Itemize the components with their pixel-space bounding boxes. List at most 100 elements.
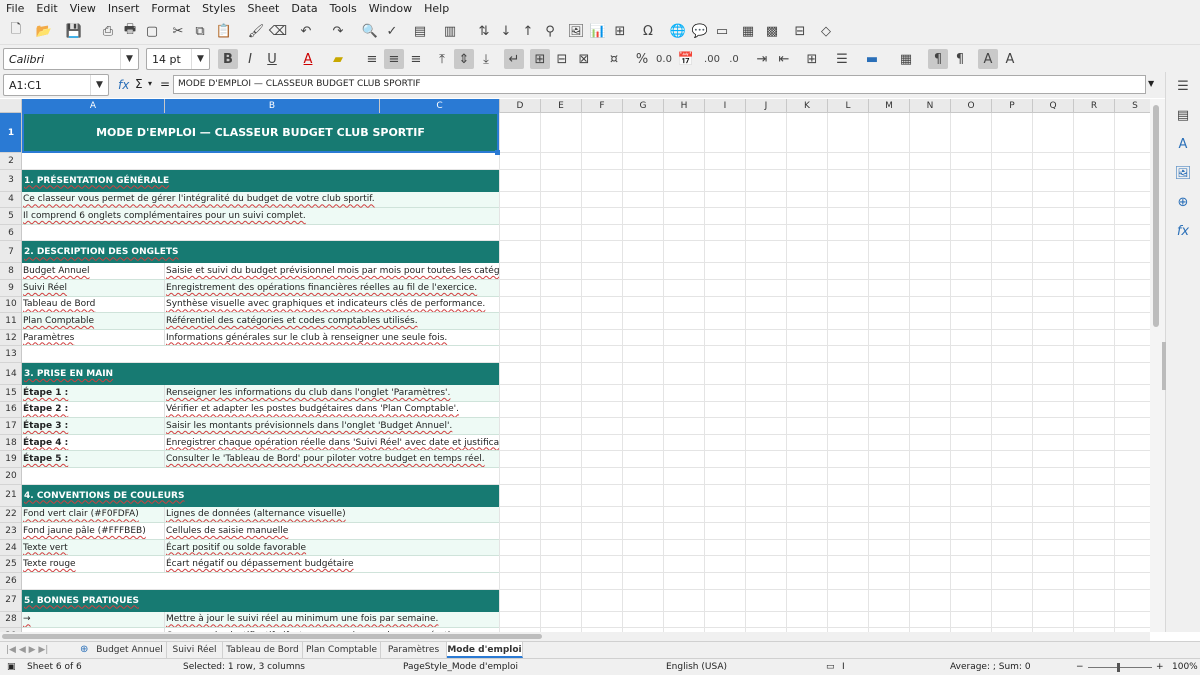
column-header[interactable]: Q (1033, 99, 1074, 113)
decrease-indent-icon[interactable]: ⇤ (774, 49, 794, 69)
export-pdf-icon[interactable]: ⎙ (98, 21, 118, 41)
cell-label[interactable]: Étape 3 : (22, 418, 165, 434)
cell-description[interactable]: Écart positif ou solde favorable (165, 540, 499, 556)
menu-item[interactable]: Edit (30, 0, 63, 17)
scroll-thumb[interactable] (1153, 105, 1159, 327)
row-header[interactable]: 27 (0, 590, 21, 612)
table-row[interactable]: Ce classeur vous permet de gérer l'intég… (22, 191, 499, 209)
row-header[interactable]: 17 (0, 418, 21, 435)
column-header[interactable]: R (1074, 99, 1115, 113)
zoom-level[interactable]: 100% (1172, 659, 1198, 676)
table-row[interactable]: Texte rouge Écart négatif ou dépassement … (22, 556, 499, 573)
title-cell[interactable]: MODE D'EMPLOI — CLASSEUR BUDGET CLUB SPO… (22, 113, 499, 153)
section-header[interactable]: 4. CONVENTIONS DE COULEURS (22, 484, 499, 507)
row-header[interactable]: 3 (0, 170, 21, 192)
chevron-down-icon[interactable]: ▾ (148, 79, 152, 88)
column-header[interactable]: C (380, 99, 500, 113)
new-document-icon[interactable]: 🗋 (6, 21, 26, 41)
increase-indent-icon[interactable]: ⇥ (752, 49, 772, 69)
row-header[interactable]: 7 (0, 241, 21, 264)
text-direction-icon[interactable]: A (1000, 49, 1020, 69)
cell-label[interactable]: Plan Comptable (22, 313, 165, 329)
sort-icon[interactable]: ⇅ (474, 21, 494, 41)
column-header[interactable]: A (22, 99, 165, 113)
merge-cells-icon[interactable]: ⊟ (552, 49, 572, 69)
table-row[interactable]: Étape 5 : Consulter le 'Tableau de Bord' … (22, 451, 499, 468)
section-header[interactable]: 1. PRÉSENTATION GÉNÉRALE (22, 169, 499, 192)
row-header[interactable]: 4 (0, 192, 21, 209)
section-header[interactable]: 5. BONNES PRATIQUES (22, 589, 499, 612)
zoom-slider-thumb[interactable] (1117, 663, 1120, 672)
border-color-icon[interactable]: ▬ (862, 49, 882, 69)
table-row[interactable]: Fond vert clair (#F0FDFA) Lignes de donné… (22, 506, 499, 524)
cell-description[interactable]: Vérifier et adapter les postes budgétair… (165, 402, 499, 418)
menu-item[interactable]: Data (285, 0, 323, 17)
row-header[interactable]: 23 (0, 523, 21, 540)
cell-label[interactable]: Suivi Réel (22, 280, 165, 296)
column-header[interactable]: N (910, 99, 951, 113)
column-header[interactable]: K (787, 99, 828, 113)
cell-label[interactable]: Texte rouge (22, 556, 165, 572)
cell-description[interactable]: Saisir les montants prévisionnels dans l… (165, 418, 499, 434)
cell-label[interactable]: Tableau de Bord (22, 296, 165, 313)
show-draw-functions-icon[interactable]: ◇ (816, 21, 836, 41)
currency-icon[interactable]: ¤ (604, 49, 624, 69)
row-header[interactable]: 26 (0, 573, 21, 590)
column-header[interactable]: H (664, 99, 705, 113)
cell-label[interactable]: Fond vert clair (#F0FDFA) (22, 506, 165, 523)
font-size-box[interactable]: 14 pt ▼ (146, 48, 210, 70)
freeze-rows-icon[interactable]: ▩ (762, 21, 782, 41)
menu-item[interactable]: Window (363, 0, 418, 17)
define-print-area-icon[interactable]: ▦ (738, 21, 758, 41)
sidebar-handle[interactable] (1162, 342, 1166, 390)
align-right-icon[interactable]: ≡ (406, 49, 426, 69)
table-row[interactable]: Étape 1 : Renseigner les informations du … (22, 385, 499, 402)
add-decimal-icon[interactable]: .00 (702, 49, 722, 69)
column-header[interactable]: G (623, 99, 664, 113)
column-header[interactable]: F (582, 99, 623, 113)
functions-icon[interactable]: fx (1174, 222, 1192, 240)
cell-description[interactable]: Référentiel des catégories et codes comp… (165, 313, 499, 329)
open-folder-icon[interactable]: 📂 (34, 21, 54, 41)
styles-icon[interactable]: A (1174, 135, 1192, 153)
sheet-tab[interactable]: Tableau de Bord (223, 642, 303, 658)
header-footer-icon[interactable]: ▭ (712, 21, 732, 41)
right-to-left-icon[interactable]: ¶ (950, 49, 970, 69)
add-sheet-icon[interactable]: ⊕ (80, 642, 88, 658)
cell-description[interactable]: Enregistrement des opérations financière… (165, 280, 499, 296)
cell-description[interactable]: Consulter le 'Tableau de Bord' pour pilo… (165, 451, 499, 467)
clear-formatting-icon[interactable]: ⌫ (268, 21, 288, 41)
sheet-tab[interactable]: Mode d'emploi (447, 642, 523, 658)
status-language[interactable]: English (USA) (666, 659, 727, 676)
row-header[interactable]: 9 (0, 280, 21, 297)
cell-label[interactable]: Étape 1 : (22, 385, 165, 401)
row-header[interactable]: 14 (0, 363, 21, 385)
percent-icon[interactable]: % (632, 49, 652, 69)
align-left-icon[interactable]: ≡ (362, 49, 382, 69)
border-style-icon[interactable]: ☰ (832, 49, 852, 69)
cell-description[interactable]: Enregistrer chaque opération réelle dans… (165, 435, 499, 451)
sort-ascending-icon[interactable]: ↓ (496, 21, 516, 41)
section-header[interactable]: 2. DESCRIPTION DES ONGLETS (22, 241, 499, 264)
row-header[interactable]: 22 (0, 507, 21, 524)
cell-description[interactable]: Synthèse visuelle avec graphiques et ind… (165, 297, 499, 313)
row-header[interactable]: 13 (0, 346, 21, 363)
menu-item[interactable]: File (0, 0, 30, 17)
row-header[interactable]: 18 (0, 435, 21, 452)
split-window-icon[interactable]: ⊟ (790, 21, 810, 41)
row-header[interactable]: 20 (0, 468, 21, 485)
table-row[interactable]: Il comprend 6 onglets complémentaires po… (22, 208, 499, 225)
column-header[interactable]: B (165, 99, 380, 113)
zoom-out-icon[interactable]: − (1076, 659, 1084, 676)
column-header[interactable]: P (992, 99, 1033, 113)
row-header[interactable]: 25 (0, 556, 21, 573)
undo-icon[interactable]: ↶ (296, 21, 316, 41)
row-header[interactable]: 6 (0, 225, 21, 242)
row-header[interactable]: 21 (0, 485, 21, 507)
select-all-corner[interactable] (0, 99, 22, 113)
save-icon[interactable]: 💾 (64, 21, 84, 41)
date-format-icon[interactable]: 📅 (676, 49, 696, 69)
number-format-icon[interactable]: 0.0 (654, 49, 674, 69)
table-row[interactable]: Étape 4 : Enregistrer chaque opération ré… (22, 434, 499, 452)
cell-label[interactable]: → (22, 611, 165, 628)
